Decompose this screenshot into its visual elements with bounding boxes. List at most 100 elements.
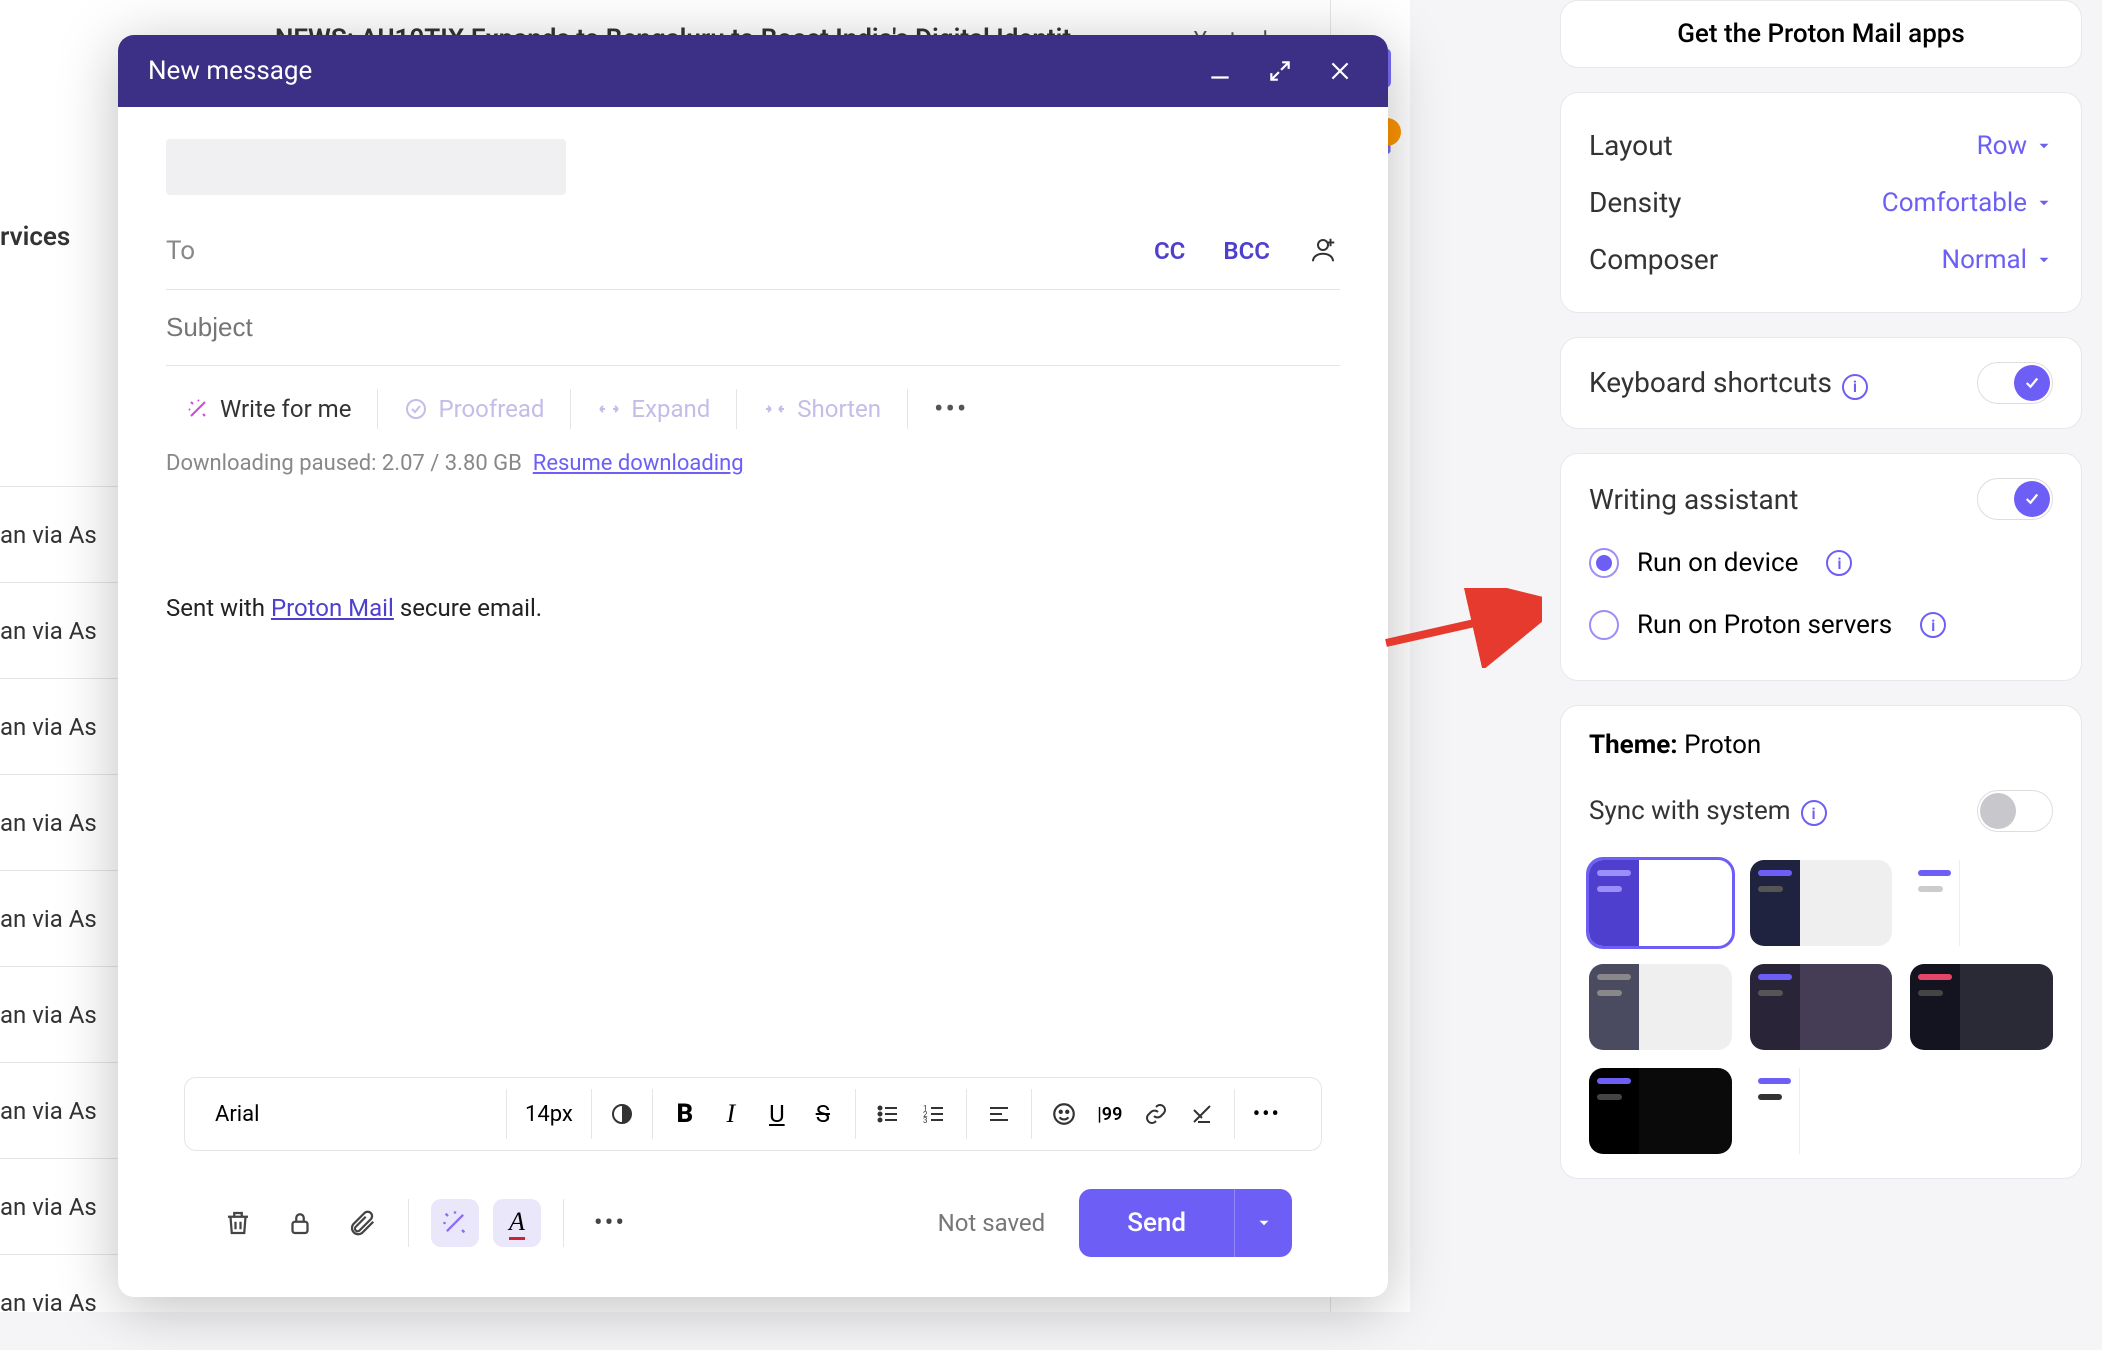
theme-classic[interactable]	[1589, 964, 1732, 1050]
shortcuts-toggle[interactable]	[1977, 362, 2053, 404]
font-family-select[interactable]: Arial	[197, 1089, 507, 1139]
sync-label: Sync with systemi	[1589, 796, 1827, 827]
composer-title: New message	[148, 56, 1178, 86]
align-icon[interactable]	[985, 1100, 1013, 1128]
list-item[interactable]: an via As	[0, 678, 120, 774]
bold-icon[interactable]: B	[671, 1100, 699, 1128]
add-contact-icon[interactable]	[1308, 235, 1340, 267]
close-button[interactable]	[1322, 53, 1358, 89]
density-label: Density	[1589, 186, 1681, 219]
layout-select[interactable]: Row	[1977, 131, 2053, 161]
info-icon[interactable]: i	[1826, 550, 1852, 576]
ai-more-button[interactable]: •••	[914, 382, 988, 435]
settings-panel: Get the Proton Mail apps Layout Row Dens…	[1542, 0, 2102, 1312]
to-label: To	[166, 236, 195, 266]
theme-title: Theme: Proton	[1589, 730, 2053, 760]
theme-proton[interactable]	[1589, 860, 1732, 946]
signature-text: Sent with	[166, 594, 271, 622]
check-icon	[404, 397, 428, 421]
contrast-icon[interactable]	[592, 1089, 653, 1139]
proton-mail-link[interactable]: Proton Mail	[271, 594, 394, 622]
svg-text:3: 3	[923, 1116, 928, 1125]
send-button[interactable]: Send	[1079, 1189, 1292, 1257]
list-item[interactable]: an via As	[0, 966, 120, 1062]
list-item[interactable]: an via As	[0, 486, 120, 582]
collapse-arrows-icon	[763, 397, 787, 421]
clear-format-icon[interactable]	[1188, 1100, 1216, 1128]
encryption-icon[interactable]	[276, 1199, 324, 1247]
info-icon[interactable]: i	[1920, 612, 1946, 638]
list-item[interactable]: an via As	[0, 1062, 120, 1158]
format-toolbar: Arial 14px B I U S 123 |99 •••	[184, 1077, 1322, 1151]
send-options-caret[interactable]	[1234, 1189, 1292, 1257]
cc-button[interactable]: CC	[1154, 237, 1185, 265]
theme-black[interactable]	[1589, 1068, 1732, 1154]
bullet-list-icon[interactable]	[874, 1100, 902, 1128]
underline-icon[interactable]: U	[763, 1100, 791, 1128]
assistant-toggle[interactable]	[1977, 478, 2053, 520]
assistant-card: Writing assistant Run on device i Run on…	[1560, 453, 2082, 681]
strikethrough-icon[interactable]: S	[809, 1100, 837, 1128]
theme-snow[interactable]	[1910, 860, 2053, 946]
folder-label-fragment: rvices	[0, 222, 70, 252]
ai-toolbar: Write for me Proofread Expand Shorten ••…	[166, 366, 1340, 451]
expand-text-button[interactable]: Expand	[577, 385, 730, 433]
font-size-select[interactable]: 14px	[507, 1089, 592, 1139]
save-status: Not saved	[938, 1209, 1046, 1237]
more-options-icon[interactable]: •••	[586, 1199, 634, 1247]
list-item[interactable]: an via As	[0, 774, 120, 870]
signature-text-2: secure email.	[394, 594, 542, 622]
italic-icon[interactable]: I	[717, 1100, 745, 1128]
expand-button[interactable]	[1262, 53, 1298, 89]
attachment-icon[interactable]	[338, 1199, 386, 1247]
shortcuts-card: Keyboard shortcutsi	[1560, 337, 2082, 429]
run-on-device-radio[interactable]: Run on device i	[1589, 532, 2053, 594]
composer-window: New message To CC BCC Write for me	[118, 35, 1388, 1297]
subject-input[interactable]	[166, 312, 1340, 343]
run-on-servers-radio[interactable]: Run on Proton servers i	[1589, 594, 2053, 656]
density-select[interactable]: Comfortable	[1882, 188, 2053, 218]
download-status: Downloading paused: 2.07 / 3.80 GB Resum…	[166, 451, 1340, 476]
from-field[interactable]	[166, 139, 566, 195]
radio-icon	[1589, 610, 1619, 640]
theme-minimal[interactable]	[1750, 1068, 1893, 1154]
to-field-row: To CC BCC	[166, 213, 1340, 290]
to-input[interactable]	[215, 236, 1116, 267]
text-color-icon[interactable]: A	[493, 1199, 541, 1247]
write-for-me-button[interactable]: Write for me	[166, 385, 371, 433]
minimize-button[interactable]	[1202, 53, 1238, 89]
link-icon[interactable]	[1142, 1100, 1170, 1128]
info-icon[interactable]: i	[1842, 374, 1868, 400]
emoji-icon[interactable]	[1050, 1100, 1078, 1128]
subject-field-row	[166, 290, 1340, 366]
resume-download-link[interactable]: Resume downloading	[533, 451, 744, 476]
delete-draft-icon[interactable]	[214, 1199, 262, 1247]
shorten-text-button[interactable]: Shorten	[743, 385, 901, 433]
proofread-button[interactable]: Proofread	[384, 385, 564, 433]
info-icon[interactable]: i	[1801, 800, 1827, 826]
layout-label: Layout	[1589, 129, 1673, 162]
theme-dusk[interactable]	[1750, 964, 1893, 1050]
assistant-label: Writing assistant	[1589, 483, 1798, 516]
list-item[interactable]: an via As	[0, 870, 120, 966]
theme-midnight[interactable]	[1910, 964, 2053, 1050]
magic-wand-icon	[186, 397, 210, 421]
ai-assist-icon[interactable]	[431, 1199, 479, 1247]
quote-icon[interactable]: |99	[1096, 1100, 1124, 1128]
message-body[interactable]: Sent with Proton Mail secure email.	[166, 510, 1340, 1077]
sync-toggle[interactable]	[1977, 790, 2053, 832]
format-more-icon[interactable]: •••	[1253, 1100, 1281, 1128]
numbered-list-icon[interactable]: 123	[920, 1100, 948, 1128]
get-apps-button[interactable]: Get the Proton Mail apps	[1560, 0, 2082, 68]
list-item[interactable]: an via As	[0, 582, 120, 678]
theme-card: Theme: Proton Sync with systemi	[1560, 705, 2082, 1179]
shortcuts-label: Keyboard shortcutsi	[1589, 366, 1868, 400]
list-item[interactable]: an via As	[0, 1158, 120, 1254]
list-item[interactable]: an via As	[0, 1254, 120, 1350]
theme-carbon[interactable]	[1750, 860, 1893, 946]
radio-icon	[1589, 548, 1619, 578]
composer-titlebar: New message	[118, 35, 1388, 107]
composer-select[interactable]: Normal	[1942, 245, 2053, 275]
expand-arrows-icon	[597, 397, 621, 421]
bcc-button[interactable]: BCC	[1223, 237, 1270, 265]
